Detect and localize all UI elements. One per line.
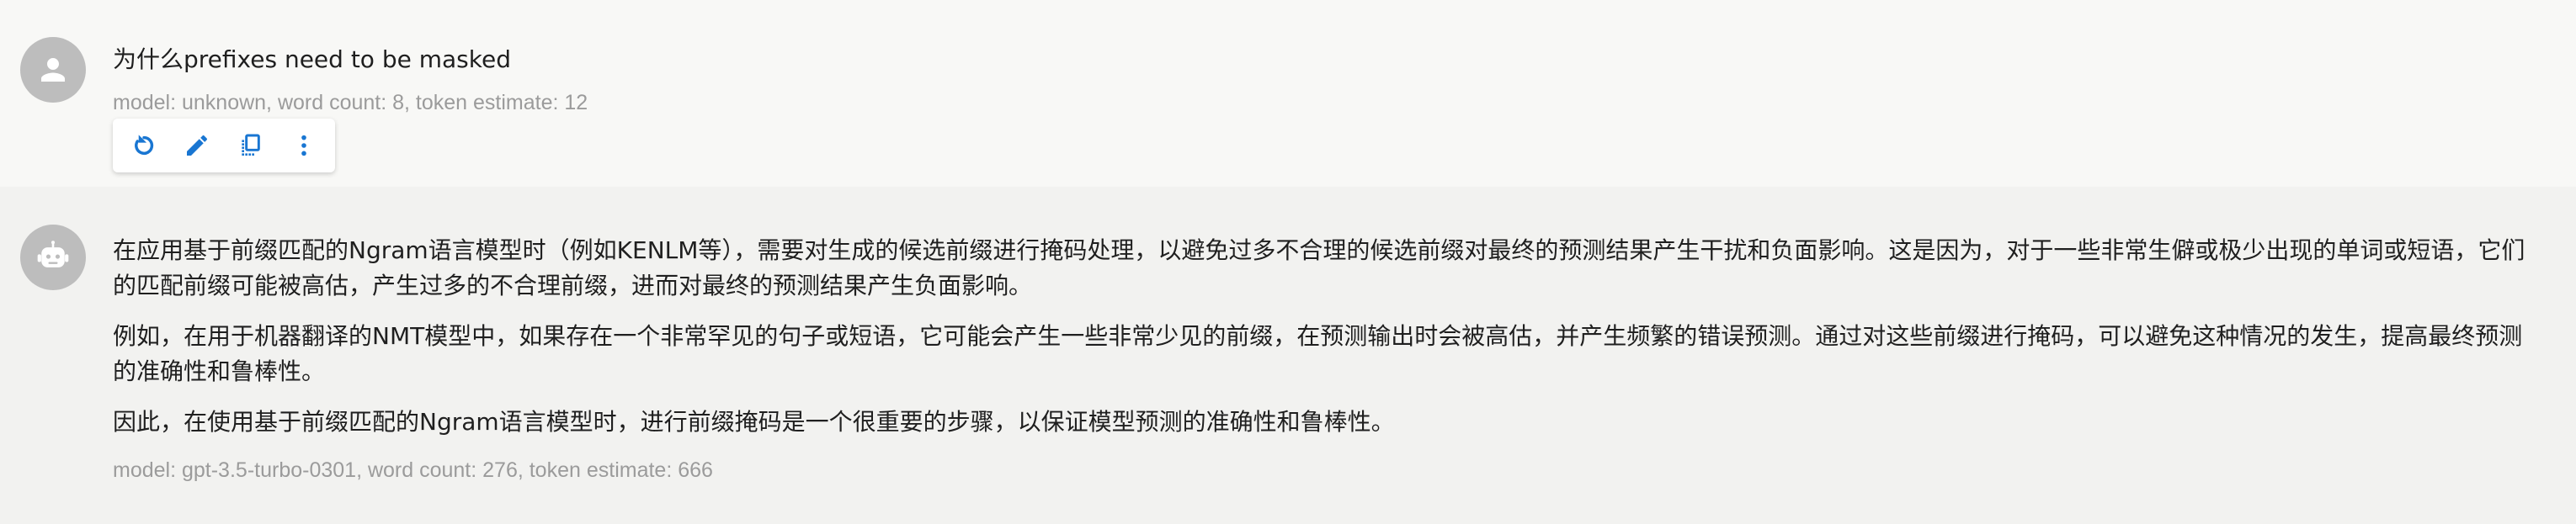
more-options-button[interactable] <box>283 124 325 167</box>
user-avatar <box>20 37 86 103</box>
chat-page: 为什么prefixes need to be masked model: unk… <box>0 0 2576 524</box>
assistant-paragraph: 因此，在使用基于前缀匹配的Ngram语言模型时，进行前缀掩码是一个很重要的步骤，… <box>113 408 1395 436</box>
regenerate-button[interactable] <box>123 124 165 167</box>
more-icon <box>289 130 319 161</box>
regenerate-icon <box>129 130 159 161</box>
robot-icon <box>37 241 69 267</box>
assistant-message-content: 在应用基于前缀匹配的Ngram语言模型时（例如KENLM等），需要对生成的候选前… <box>113 233 2527 484</box>
assistant-paragraph: 例如，在用于机器翻译的NMT模型中，如果存在一个非常罕见的句子或短语，它可能会产… <box>113 322 2523 385</box>
assistant-paragraph: 在应用基于前缀匹配的Ngram语言模型时（例如KENLM等），需要对生成的候选前… <box>113 236 2525 299</box>
message-action-toolbar <box>113 119 335 172</box>
person-icon <box>41 58 65 82</box>
user-message-meta: model: unknown, word count: 8, token est… <box>113 91 588 114</box>
copy-icon <box>236 130 266 161</box>
copy-button[interactable] <box>230 124 272 167</box>
edit-icon <box>182 130 212 161</box>
assistant-avatar <box>20 225 86 290</box>
user-message: 为什么prefixes need to be masked model: unk… <box>0 0 2576 187</box>
assistant-message: 在应用基于前缀匹配的Ngram语言模型时（例如KENLM等），需要对生成的候选前… <box>0 187 2576 524</box>
user-message-content: 为什么prefixes need to be masked model: unk… <box>113 42 2527 116</box>
user-message-text: 为什么prefixes need to be masked <box>113 45 511 73</box>
edit-button[interactable] <box>176 124 218 167</box>
assistant-message-meta: model: gpt-3.5-turbo-0301, word count: 2… <box>113 458 713 482</box>
